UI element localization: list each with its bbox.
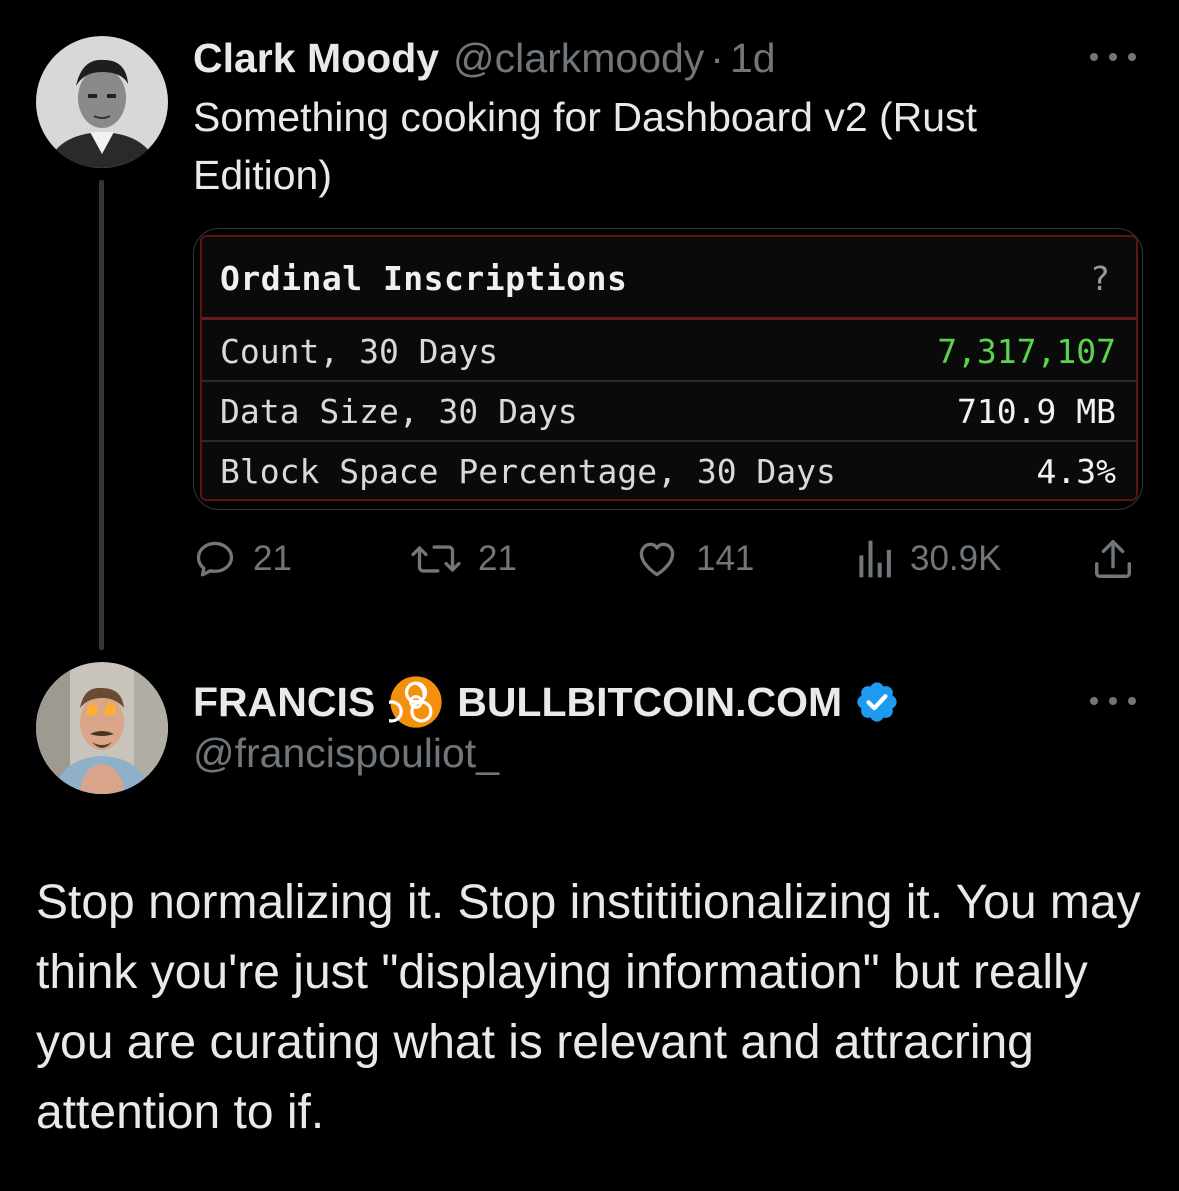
tweet-text: Something cooking for Dashboard v2 (Rust… [193,94,977,198]
panel-title: Ordinal Inscriptions [220,259,628,298]
separator-dot: · [710,34,724,81]
author-display-name[interactable]: Clark Moody [193,35,439,82]
panel-row: Block Space Percentage, 30 Days 4.3% [202,440,1136,500]
author-handle[interactable]: @clarkmoody [453,35,704,82]
dashboard-panel: Ordinal Inscriptions ? Count, 30 Days 7,… [200,235,1138,501]
panel-header: Ordinal Inscriptions ? [202,237,1136,320]
row-value: 710.9 MB [957,392,1116,431]
verified-badge-icon [857,682,897,722]
tweet-header: Clark Moody @clarkmoody · 1d [193,30,776,86]
views-button[interactable]: 30.9K [854,532,1001,586]
thread-connector-line [99,180,104,650]
avatar-clark-moody[interactable] [36,36,168,168]
reply-icon [196,541,234,577]
retweet-icon [411,545,461,573]
biohazard-icon [389,676,442,728]
reply-header: FRANCIS BULLBITCOIN.COM [193,672,900,732]
tweet-timestamp[interactable]: 1d [730,35,776,82]
row-value: 7,317,107 [937,332,1116,371]
reply-author-name-part1[interactable]: FRANCIS [193,679,375,726]
share-button[interactable] [1090,532,1136,586]
avatar-portrait-icon [36,36,168,168]
reply-author-name-part2[interactable]: BULLBITCOIN.COM [457,679,842,726]
share-icon [1094,540,1132,578]
views-count: 30.9K [910,539,1002,578]
reply-author-handle[interactable]: @francispouliot_ [193,730,499,777]
reply-count: 21 [253,539,292,578]
more-options-icon[interactable] [1090,42,1136,72]
retweet-button[interactable]: 21 [410,532,517,586]
avatar-portrait-icon [36,662,168,794]
more-options-icon[interactable] [1090,686,1136,716]
like-button[interactable]: 141 [634,532,754,586]
reply-text: Stop normalizing it. Stop instititionali… [36,876,1141,1139]
analytics-icon [859,540,891,578]
help-icon: ? [1090,259,1110,298]
panel-row: Data Size, 30 Days 710.9 MB [202,380,1136,442]
row-label: Data Size, 30 Days [220,392,578,431]
retweet-count: 21 [478,539,517,578]
reply-button[interactable]: 21 [193,532,292,586]
row-label: Count, 30 Days [220,332,499,371]
row-label: Block Space Percentage, 30 Days [220,452,836,491]
avatar-francis-pouliot[interactable] [36,662,168,794]
tweet-media-image[interactable]: Ordinal Inscriptions ? Count, 30 Days 7,… [193,228,1143,510]
heart-icon [639,542,675,577]
panel-row: Count, 30 Days 7,317,107 [202,320,1136,382]
row-value: 4.3% [1036,452,1116,491]
like-count: 141 [696,539,755,578]
